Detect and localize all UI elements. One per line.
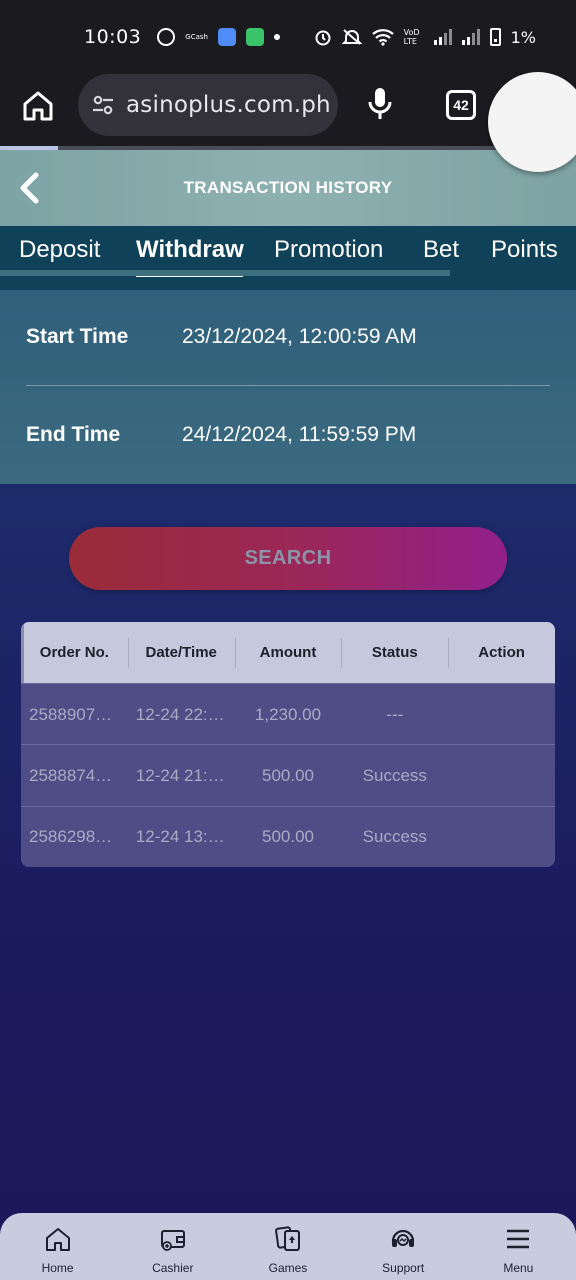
nav-menu-label: Menu: [503, 1261, 534, 1275]
nav-home[interactable]: Home: [0, 1213, 115, 1280]
date-range-panel: Start Time 23/12/2024, 12:00:59 AM End T…: [0, 290, 576, 484]
nav-games[interactable]: Games: [230, 1213, 345, 1280]
notification-icons: GCash: [157, 28, 280, 46]
status-time: 10:03: [84, 26, 142, 48]
home-icon: [45, 1228, 70, 1251]
nav-games-label: Games: [268, 1261, 308, 1275]
tab-withdraw[interactable]: Withdraw: [136, 236, 244, 264]
mute-icon: [341, 29, 362, 45]
cell-action: [448, 684, 555, 745]
site-settings-icon[interactable]: [90, 92, 116, 118]
divider: [26, 385, 550, 386]
messenger-icon: [157, 28, 176, 46]
cell-date-time: 12-24 22:…: [135, 704, 225, 724]
url-bar[interactable]: asinoplus.com.ph: [78, 74, 338, 136]
start-time-field[interactable]: 23/12/2024, 12:00:59 AM: [182, 325, 417, 349]
wallet-icon: [160, 1230, 185, 1251]
menu-icon: [507, 1229, 530, 1249]
cell-status: ---: [386, 704, 404, 724]
page-header: TRANSACTION HISTORY: [0, 150, 576, 226]
more-notifications-dot: [273, 34, 280, 40]
column-header-amount: Amount: [234, 622, 342, 683]
table-row: 2588874… 12-24 21:… 500.00 Success: [21, 744, 555, 805]
transaction-table: Order No. Date/Time Amount Status Action…: [21, 622, 555, 867]
bottom-navigation: Home Cashier Games Support Menu: [0, 1213, 576, 1280]
network-type-label: VoD LTE: [403, 28, 420, 46]
table-row: 2586298… 12-24 13:… 500.00 Success: [21, 805, 555, 867]
tab-deposit[interactable]: Deposit: [19, 236, 100, 264]
page-title: TRANSACTION HISTORY: [183, 178, 393, 197]
headset-icon: [392, 1229, 415, 1247]
cell-order-no: 2588874…: [29, 765, 113, 785]
nav-cashier[interactable]: Cashier: [115, 1213, 230, 1280]
signal-icon-2: [461, 29, 480, 45]
cell-amount: 500.00: [261, 827, 314, 847]
app-notification-icon-2: [245, 28, 264, 46]
alarm-icon: [315, 30, 331, 46]
cell-action: [448, 745, 555, 806]
transaction-type-tabs: Deposit Withdraw Promotion Bet Points: [0, 226, 576, 290]
cell-date-time: 12-24 21:…: [135, 765, 225, 785]
cell-amount: 1,230.00: [254, 704, 322, 724]
nav-home-label: Home: [41, 1261, 74, 1275]
end-time-field[interactable]: 24/12/2024, 11:59:59 PM: [182, 423, 416, 447]
status-bar: 10:03 GCash VoD LTE 1%: [0, 0, 576, 74]
tab-scroll-track: [0, 270, 450, 276]
start-time-label: Start Time: [26, 325, 129, 348]
column-header-order-no: Order No.: [39, 644, 109, 661]
microphone-icon[interactable]: [366, 86, 394, 122]
cell-status: Success: [362, 827, 427, 847]
nav-cashier-label: Cashier: [152, 1261, 194, 1275]
wifi-icon: [371, 29, 394, 46]
home-icon[interactable]: [20, 88, 56, 124]
cell-order-no: 2586298…: [29, 827, 113, 847]
app-notification-icon: [217, 28, 236, 46]
search-button[interactable]: SEARCH: [69, 527, 507, 590]
battery-percent: 1%: [510, 27, 536, 47]
tab-switcher-button[interactable]: 42: [446, 90, 476, 120]
tab-points[interactable]: Points: [491, 236, 558, 264]
url-text: asinoplus.com.ph: [126, 92, 331, 118]
cell-order-no: 2588907…: [29, 704, 113, 724]
table-header: Order No. Date/Time Amount Status Action: [21, 622, 555, 683]
cell-status: Success: [362, 765, 427, 785]
cell-amount: 500.00: [261, 765, 314, 785]
signal-icon: [433, 29, 452, 45]
cell-action: [448, 807, 555, 867]
column-header-date-time: Date/Time: [127, 622, 235, 683]
tab-promotion[interactable]: Promotion: [274, 236, 383, 264]
column-header-action: Action: [448, 622, 555, 683]
cards-icon: [275, 1226, 300, 1251]
battery-icon: [489, 28, 501, 46]
system-icons: VoD LTE 1%: [314, 28, 536, 47]
nav-support-label: Support: [382, 1261, 425, 1275]
end-time-label: End Time: [26, 423, 121, 446]
cell-date-time: 12-24 13:…: [135, 827, 225, 847]
nav-menu[interactable]: Menu: [461, 1213, 576, 1280]
gcash-icon: GCash: [185, 33, 208, 41]
tab-bet[interactable]: Bet: [423, 236, 459, 264]
nav-support[interactable]: Support: [346, 1213, 461, 1280]
table-row: 2588907… 12-24 22:… 1,230.00 ---: [21, 683, 555, 744]
column-header-status: Status: [341, 622, 448, 683]
